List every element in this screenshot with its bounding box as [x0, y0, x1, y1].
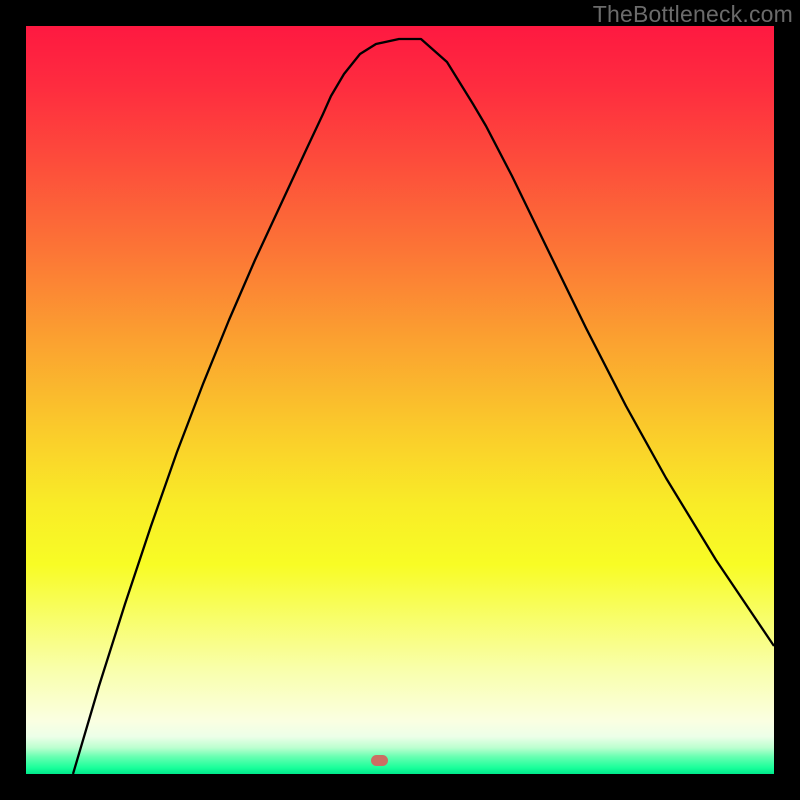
curve-path	[73, 39, 774, 774]
optimal-point-marker	[371, 755, 388, 766]
plot-area	[26, 26, 774, 774]
watermark-text: TheBottleneck.com	[593, 1, 793, 28]
bottleneck-curve	[26, 26, 774, 774]
chart-frame: TheBottleneck.com	[0, 0, 800, 800]
